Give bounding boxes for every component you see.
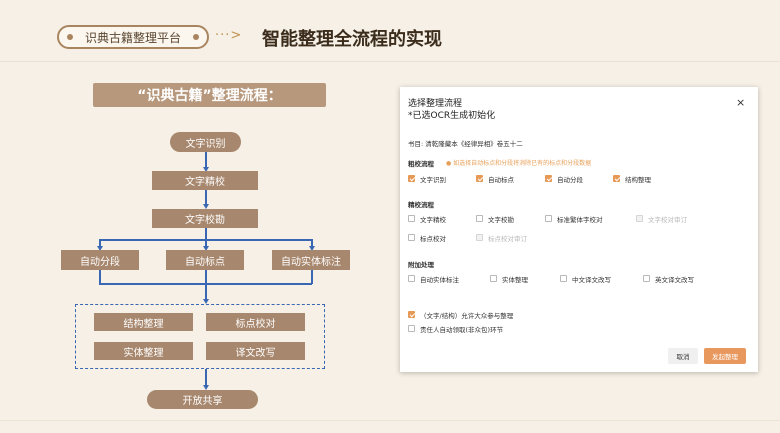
checkbox-label: 实体整理 [502,276,528,284]
checkbox-box[interactable] [408,234,415,241]
step-collation: 文字校勘 [152,209,258,228]
connector [205,283,207,300]
footer-divider [0,420,780,421]
checkbox-label: 文字校勘 [488,216,514,224]
step-auto-segment: 自动分段 [61,250,139,270]
checkbox-label: 文字校对审订 [648,216,687,224]
header-arrow: ···> [215,28,243,43]
workflow-dialog: 选择整理流程 *已选OCR生成初始化 × 书目: 清乾隆藏本《经律异相》卷五十二… [400,87,758,372]
rough-hint: ● 如选择自动标点和分段将消除已有的标点和分段数据 [446,158,591,167]
step-auto-entity: 自动实体标注 [272,250,350,270]
header-divider [0,61,780,62]
checkbox-label: 自动实体标注 [420,276,459,284]
connector [205,190,207,205]
pill-dot-right [193,34,199,40]
checkbox-box[interactable] [613,175,620,182]
checkbox-label: 标点校对审订 [488,235,527,243]
step-auto-punctuation: 自动标点 [166,250,244,270]
connector [311,270,313,284]
checkbox-box[interactable] [408,275,415,282]
step-entity: 实体整理 [94,342,193,360]
dialog-title: 选择整理流程 *已选OCR生成初始化 [408,98,495,122]
checkbox-box[interactable] [408,215,415,222]
dialog-title-text: 选择整理流程 [408,99,463,109]
checkbox-box[interactable] [408,175,415,182]
connector [205,152,207,168]
checkbox-box[interactable] [490,275,497,282]
fine-section-label: 精校流程 [408,201,434,209]
step-open-share: 开放共享 [147,390,258,409]
checkbox-label: 文字识别 [420,176,446,184]
checkbox-box[interactable] [408,325,415,332]
checkbox-label: 英文译文改写 [655,276,694,284]
checkbox-label: 标准繁体字校对 [557,216,603,224]
close-icon[interactable]: × [736,96,745,109]
cancel-button[interactable]: 取消 [668,348,698,364]
warning-icon: ● [446,160,452,167]
book-title: 书目: 清乾隆藏本《经律异相》卷五十二 [408,140,523,148]
checkbox-box[interactable] [560,275,567,282]
diagram-banner: “识典古籍”整理流程： [93,83,326,107]
checkbox-box [476,234,483,241]
connector [205,369,207,386]
checkbox-box[interactable] [476,215,483,222]
checkbox-label: 文字精校 [420,216,446,224]
checkbox-label: 结构整理 [625,176,651,184]
checkbox-box[interactable] [408,311,415,318]
pill-dot-left [67,34,73,40]
checkbox-box [636,215,643,222]
platform-pill: 识典古籍整理平台 [57,25,209,49]
checkbox-label: 责任人自动领取(非众包)环节 [420,326,504,334]
start-button[interactable]: 发起整理 [704,348,746,364]
checkbox-box[interactable] [545,175,552,182]
extra-section-label: 附加处理 [408,261,434,269]
checkbox-label: 标点校对 [420,235,446,243]
checkbox-label: （文字/结构）允许大众参与整理 [420,312,514,320]
checkbox-label: 自动分段 [557,176,583,184]
connector [99,270,101,284]
step-text-recognition: 文字识别 [170,132,241,152]
checkbox-label: 自动标点 [488,176,514,184]
checkbox-box[interactable] [476,175,483,182]
checkbox-box[interactable] [643,275,650,282]
connector [205,270,207,284]
platform-label: 识典古籍整理平台 [84,30,181,45]
step-translation: 译文改写 [206,342,305,360]
rough-section-label: 粗校流程 [408,160,434,168]
checkbox-box[interactable] [545,215,552,222]
dialog-subtitle: *已选OCR生成初始化 [408,111,496,121]
checkbox-label: 中文译文改写 [572,276,611,284]
page-title: 智能整理全流程的实现 [262,29,442,50]
step-proofread: 文字精校 [152,171,258,190]
step-structure: 结构整理 [94,313,193,331]
rough-hint-text: 如选择自动标点和分段将消除已有的标点和分段数据 [453,160,592,167]
step-punct-check: 标点校对 [206,313,305,331]
